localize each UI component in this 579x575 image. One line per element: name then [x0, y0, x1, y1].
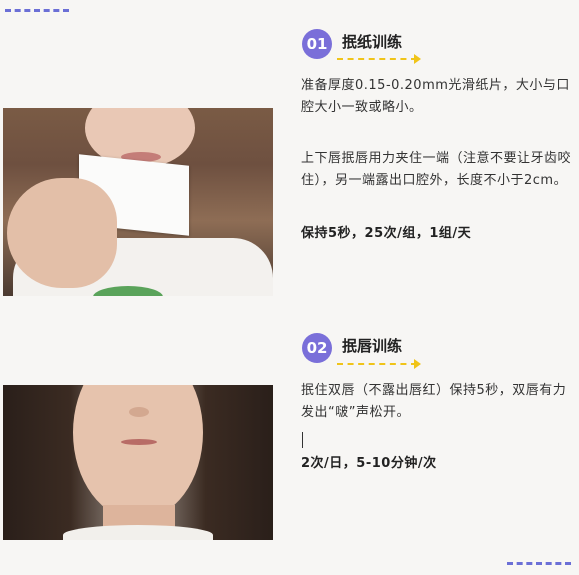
decorative-dash-bottom [507, 562, 571, 565]
section-number-badge: 02 [302, 333, 332, 363]
dashed-arrow-icon [337, 54, 421, 64]
section-title: 抿唇训练 [342, 337, 403, 355]
photo-collar [63, 525, 213, 540]
text-cursor [302, 432, 303, 448]
section-description: 上下唇抿唇用力夹住一端（注意不要让牙齿咬住），另一端露出口腔外，长度不小于2cm… [301, 151, 572, 188]
section-number-badge: 01 [302, 29, 332, 59]
photo-hand [7, 178, 117, 288]
section-description: 准备厚度0.15-0.20mm光滑纸片，大小与口腔大小一致或略小。 [301, 78, 570, 115]
dashed-arrow-icon [337, 359, 421, 369]
lip-press-training-photo [3, 385, 273, 540]
photo-face [73, 385, 203, 520]
decorative-dash-top [5, 9, 69, 12]
photo-nose [129, 407, 149, 417]
section-frequency: 保持5秒，25次/组，1组/天 [301, 226, 472, 241]
section-frequency: 2次/日，5-10分钟/次 [301, 456, 437, 471]
section-title: 抿纸训练 [342, 33, 403, 51]
photo-mouth [121, 439, 157, 445]
section-description: 抿住双唇（不露出唇红）保持5秒，双唇有力发出“啵”声松开。 [301, 383, 567, 420]
lip-paper-training-photo [3, 108, 273, 296]
